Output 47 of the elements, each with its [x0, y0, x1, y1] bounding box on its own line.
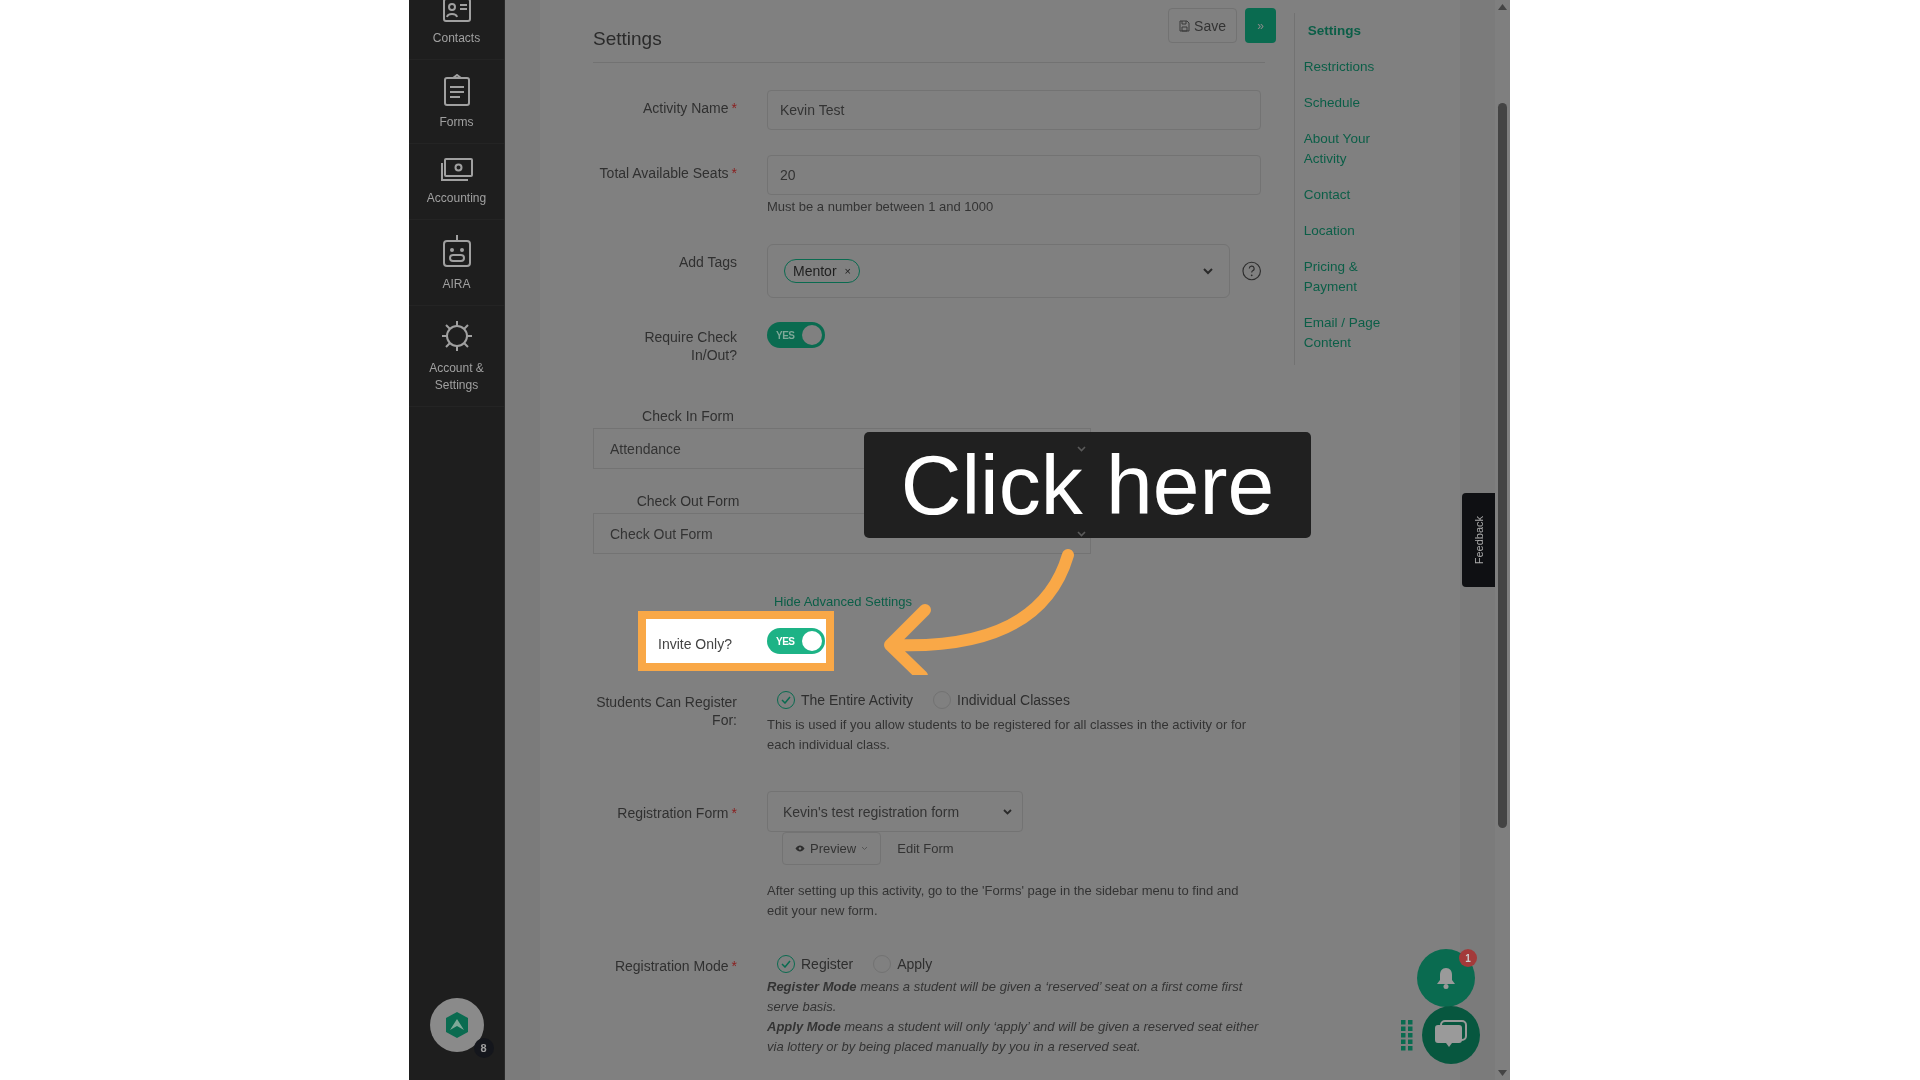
preview-button[interactable]: Preview — [782, 832, 882, 865]
help-text: This is used if you allow students to be registered for all classes in the activity or for each individual class. — [767, 716, 1248, 754]
help-text: Apply Mode means a student will only ‘apply’ and will be given a reserved seat either via lottery or by being placed manually by you in a reserved seat. — [767, 1018, 1260, 1056]
radio-option[interactable]: Individual Classes — [933, 691, 1070, 709]
field-label: Registration Mode * — [613, 957, 737, 976]
field-label: Check In Form — [641, 408, 735, 424]
section-link[interactable]: Settings — [1303, 13, 1398, 49]
tag-select[interactable]: Mentor × — [767, 244, 1230, 298]
field-label: Require Check In/Out? — [643, 328, 737, 364]
toggle-switch[interactable]: YES — [767, 322, 825, 348]
section-link[interactable]: Schedule — [1303, 85, 1394, 121]
field-label: Total Available Seats * — [598, 164, 737, 183]
hint-text: Must be a number between 1 and 1000 — [767, 199, 995, 214]
radio-option[interactable]: Register — [777, 955, 854, 973]
section-link[interactable]: Contact — [1303, 177, 1394, 213]
hide-settings-link[interactable]: Hide Advanced Settings — [774, 594, 913, 609]
feedback-tab[interactable]: Feedback — [1462, 493, 1495, 587]
sidebar-item[interactable]: Accounting — [409, 144, 504, 220]
text-field[interactable]: 20 — [767, 155, 1261, 195]
section-link[interactable]: About Your Activity — [1303, 121, 1394, 177]
sidebar-item[interactable]: Forms — [409, 60, 504, 144]
radio-option[interactable]: Apply — [873, 955, 933, 973]
save-button[interactable]: Save — [1168, 8, 1237, 43]
edit-form-link[interactable]: Edit Form — [897, 841, 954, 856]
field-label: Activity Name * — [641, 99, 737, 118]
radio-option[interactable]: The Entire Activity — [777, 691, 914, 709]
text-field[interactable]: Kevin Test — [767, 90, 1261, 130]
field-label: Registration Form * — [616, 804, 737, 823]
page-title: Settings — [593, 28, 662, 50]
help-text: Register Mode means a student will be given a ‘reserved’ seat on a first come first serve basis. — [767, 978, 1244, 1016]
help-text: After setting up this activity, go to the 'Forms' page in the sidebar menu to find and edit your new form. — [767, 882, 1240, 920]
field-label: Check Out Form — [635, 493, 741, 509]
next-button[interactable]: » — [1245, 8, 1276, 43]
callout-tooltip: Click here — [864, 432, 1311, 538]
section-link[interactable]: Email / Page Content — [1303, 305, 1394, 361]
select-field[interactable]: Kevin's test registration form — [767, 791, 1023, 832]
field-label: Add Tags — [677, 253, 737, 272]
toggle-switch[interactable]: YES — [767, 628, 825, 654]
section-link[interactable]: Location — [1303, 213, 1394, 249]
section-link[interactable]: Restrictions — [1303, 49, 1394, 85]
section-link[interactable]: Pricing & Payment — [1303, 249, 1394, 305]
count-badge: 8 — [473, 1038, 494, 1058]
sidebar-item[interactable]: Account & Settings — [409, 306, 504, 407]
field-label: Invite Only? — [658, 635, 733, 652]
sidebar-item[interactable]: Contacts — [409, 0, 504, 60]
sidebar-item[interactable]: AIRA — [409, 220, 504, 306]
field-label: Students Can Register For: — [595, 693, 737, 730]
